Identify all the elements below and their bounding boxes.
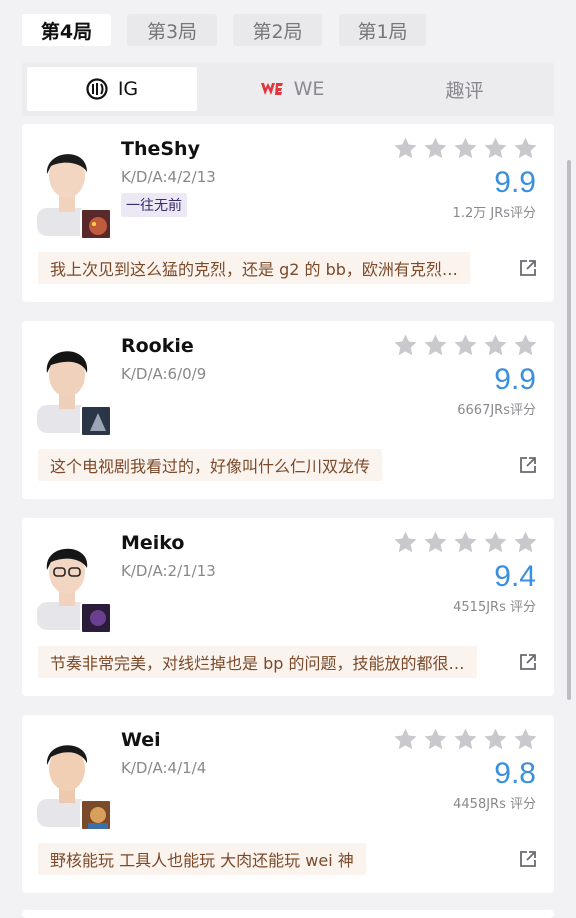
player-kda: K/D/A:6/0/9 (121, 365, 207, 383)
star-icon[interactable] (513, 727, 538, 752)
star-icon[interactable] (483, 136, 508, 161)
star-icon[interactable] (393, 530, 418, 555)
tab-review-label: 趣评 (445, 79, 484, 102)
share-icon[interactable] (518, 455, 538, 475)
player-score: 9.8 (494, 757, 536, 790)
star-icon[interactable] (423, 136, 448, 161)
ig-logo-icon (86, 78, 108, 100)
top-comment[interactable]: 野核能玩 工具人也能玩 大肉还能玩 wei 神 (38, 843, 366, 875)
champion-icon (80, 602, 112, 634)
star-icon[interactable] (393, 333, 418, 358)
rating-count: 4458JRs 评分 (453, 797, 536, 812)
star-icon[interactable] (483, 333, 508, 358)
share-icon[interactable] (518, 258, 538, 278)
rating-stars[interactable] (393, 333, 538, 358)
star-icon[interactable] (453, 530, 478, 555)
star-icon[interactable] (453, 727, 478, 752)
player-name: Meiko (121, 532, 185, 554)
tab-we[interactable]: WE (212, 67, 372, 111)
star-icon[interactable] (513, 333, 538, 358)
star-icon[interactable] (393, 136, 418, 161)
rating-stars[interactable] (393, 530, 538, 555)
scrollbar[interactable] (567, 160, 571, 700)
tab-ig-label: IG (117, 78, 139, 100)
player-kda: K/D/A:2/1/13 (121, 562, 216, 580)
rating-count: 4515JRs 评分 (453, 600, 536, 615)
star-icon[interactable] (393, 727, 418, 752)
player-score: 9.9 (494, 363, 536, 396)
player-score: 9.4 (494, 560, 536, 593)
share-icon[interactable] (518, 849, 538, 869)
player-name: Wei (121, 729, 161, 751)
star-icon[interactable] (423, 530, 448, 555)
rating-stars[interactable] (393, 136, 538, 161)
star-icon[interactable] (513, 136, 538, 161)
round-tab-4[interactable]: 第4局 (22, 14, 111, 46)
player-kda: K/D/A:4/2/13 (121, 168, 216, 186)
rating-stars[interactable] (393, 727, 538, 752)
player-name: Rookie (121, 335, 194, 357)
star-icon[interactable] (423, 727, 448, 752)
player-card-partial[interactable] (22, 910, 554, 918)
top-comment[interactable]: 这个电视剧我看过的，好像叫什么仁川双龙传 (38, 449, 383, 481)
player-tag: 一往无前 (121, 193, 187, 217)
star-icon[interactable] (513, 530, 538, 555)
player-card[interactable]: Rookie K/D/A:6/0/9 9.9 6667JRs评分 这个电视剧我看… (22, 321, 554, 499)
player-card[interactable]: Wei K/D/A:4/1/4 9.8 4458JRs 评分 野核能玩 工具人也… (22, 715, 554, 893)
round-tab-3[interactable]: 第3局 (127, 14, 217, 46)
player-name: TheShy (121, 138, 200, 160)
top-comment[interactable]: 节奏非常完美，对线烂掉也是 bp 的问题，技能放的都很… (38, 646, 477, 678)
top-comment[interactable]: 我上次见到这么猛的克烈，还是 g2 的 bb，欧洲有克烈… (38, 252, 470, 284)
star-icon[interactable] (453, 136, 478, 161)
champion-icon (80, 405, 112, 437)
we-logo-icon (260, 81, 284, 97)
star-icon[interactable] (423, 333, 448, 358)
rating-count: 6667JRs评分 (457, 403, 536, 418)
star-icon[interactable] (453, 333, 478, 358)
round-tab-1[interactable]: 第1局 (339, 14, 426, 46)
rating-count: 1.2万 JRs评分 (452, 206, 536, 221)
share-icon[interactable] (518, 652, 538, 672)
round-tab-2[interactable]: 第2局 (233, 14, 322, 46)
tab-review[interactable]: 趣评 (382, 67, 547, 111)
player-kda: K/D/A:4/1/4 (121, 759, 207, 777)
champion-icon (80, 208, 112, 240)
player-card[interactable]: TheShy K/D/A:4/2/13 一往无前 9.9 1.2万 JRs评分 … (22, 124, 554, 302)
tab-we-label: WE (293, 78, 325, 100)
team-tabs: IG WE 趣评 (22, 62, 554, 116)
player-score: 9.9 (494, 166, 536, 199)
star-icon[interactable] (483, 727, 508, 752)
star-icon[interactable] (483, 530, 508, 555)
player-card[interactable]: Meiko K/D/A:2/1/13 9.4 4515JRs 评分 节奏非常完美… (22, 518, 554, 696)
champion-icon (80, 799, 112, 831)
tab-ig[interactable]: IG (27, 67, 197, 111)
